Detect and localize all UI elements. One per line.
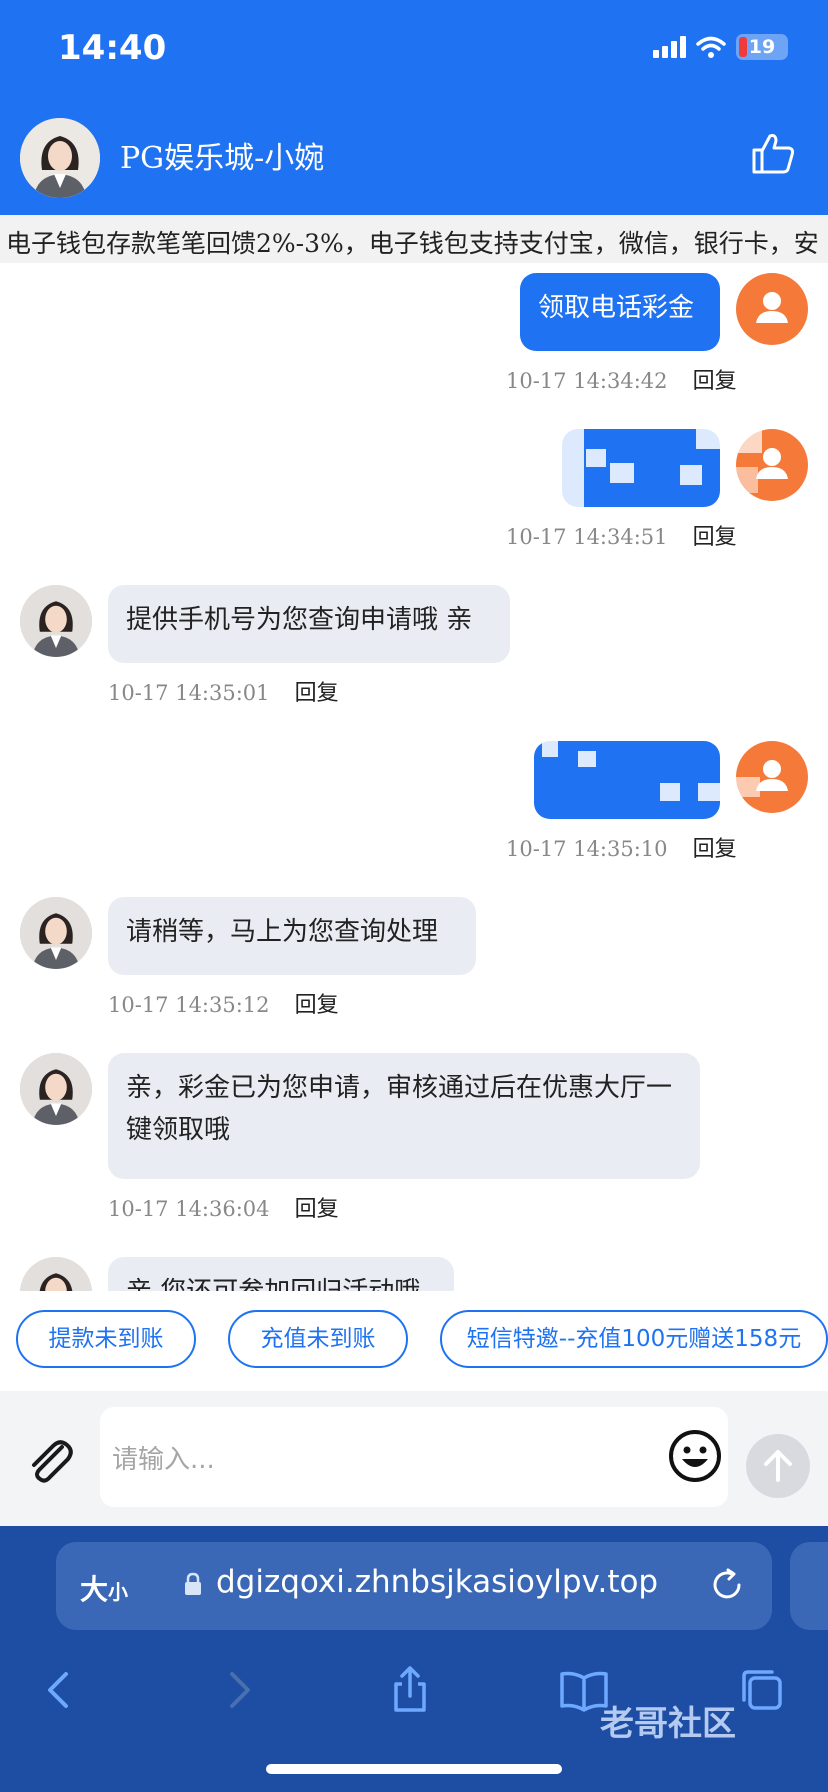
reload-icon[interactable] bbox=[708, 1566, 746, 1604]
url-text: dgizqoxi.zhnbsjkasioylpv.top bbox=[216, 1564, 659, 1600]
text-size-small: 小 bbox=[108, 1580, 129, 1604]
reply-link[interactable]: 回复 bbox=[693, 369, 737, 394]
user-message-bubble-redacted bbox=[556, 429, 724, 507]
user-avatar bbox=[736, 741, 808, 813]
message-text: 领取电话彩金 bbox=[538, 293, 695, 323]
user-message-bubble-redacted bbox=[534, 741, 720, 819]
chat-title: PG娱乐城-小婉 bbox=[120, 141, 325, 176]
message-text: 亲，彩金已为您申请，审核通过后在优惠大厅一键领取哦 bbox=[126, 1073, 673, 1145]
message-text: 请稍等，马上为您查询处理 bbox=[126, 917, 439, 947]
text-size-large: 大 bbox=[80, 1573, 109, 1606]
quick-reply-withdrawal[interactable]: 提款未到账 bbox=[16, 1310, 196, 1368]
message-meta: 10-17 14:35:01 回复 bbox=[108, 675, 339, 707]
message-time: 10-17 14:35:10 bbox=[506, 837, 668, 861]
quick-replies: 提款未到账 充值未到账 短信特邀--充值100元赠送158元 bbox=[0, 1291, 828, 1391]
lock-icon bbox=[185, 1572, 201, 1595]
agent-avatar[interactable] bbox=[20, 118, 100, 198]
agent-avatar bbox=[20, 585, 92, 657]
arrow-up-icon bbox=[764, 1450, 792, 1482]
announcement-marquee: 电子钱包存款笔笔回馈2%-3%，电子钱包支持支付宝，微信，银行卡，安 bbox=[0, 215, 828, 263]
battery-level: 19 bbox=[748, 36, 776, 58]
reply-link[interactable]: 回复 bbox=[295, 681, 339, 706]
user-avatar bbox=[736, 273, 808, 345]
reply-link[interactable]: 回复 bbox=[693, 837, 737, 862]
message-time: 10-17 14:34:42 bbox=[506, 369, 668, 393]
battery-icon: 19 bbox=[736, 34, 788, 60]
agent-avatar bbox=[20, 897, 92, 969]
agent-message-bubble: 请稍等，马上为您查询处理 bbox=[108, 897, 476, 975]
message-time: 10-17 14:34:51 bbox=[506, 525, 668, 549]
message-meta: 10-17 14:34:42 回复 bbox=[506, 363, 737, 395]
reply-link[interactable]: 回复 bbox=[295, 1197, 339, 1222]
wifi-icon bbox=[696, 36, 726, 58]
browser-toolbar: 大小 dgizqoxi.zhnbsjkasioylpv.top 老哥社区 bbox=[0, 1526, 828, 1792]
tabs-icon[interactable] bbox=[736, 1664, 788, 1716]
avatar-image-icon bbox=[20, 118, 100, 198]
address-bar[interactable]: 大小 dgizqoxi.zhnbsjkasioylpv.top bbox=[56, 1542, 772, 1630]
message-time: 10-17 14:35:12 bbox=[108, 993, 270, 1017]
status-time: 14:40 bbox=[58, 28, 167, 68]
status-icons: 19 bbox=[653, 34, 788, 60]
chat-messages[interactable]: 领取电话彩金 10-17 14:34:42 回复 10-17 14:34:51 … bbox=[0, 263, 828, 1291]
signal-icon bbox=[653, 36, 686, 58]
user-icon bbox=[756, 292, 788, 323]
reply-link[interactable]: 回复 bbox=[295, 993, 339, 1018]
user-icon bbox=[736, 429, 788, 493]
agent-message-bubble: 亲 您还可参加回归活动哦 bbox=[108, 1257, 454, 1291]
agent-avatar bbox=[20, 1053, 92, 1125]
watermark-logo: 老哥社区 bbox=[600, 1704, 736, 1744]
app-header: 14:40 19 PG娱乐城-小婉 bbox=[0, 0, 828, 215]
announcement-text: 电子钱包存款笔笔回馈2%-3%，电子钱包支持支付宝，微信，银行卡，安 bbox=[6, 229, 819, 258]
message-meta: 10-17 14:34:51 回复 bbox=[506, 519, 737, 551]
next-tab-peek[interactable] bbox=[790, 1542, 828, 1630]
message-time: 10-17 14:36:04 bbox=[108, 1197, 270, 1221]
home-indicator[interactable] bbox=[266, 1764, 562, 1774]
message-meta: 10-17 14:35:12 回复 bbox=[108, 987, 339, 1019]
agent-avatar-icon bbox=[20, 585, 92, 657]
share-icon[interactable] bbox=[384, 1664, 436, 1716]
agent-avatar-icon bbox=[20, 1053, 92, 1125]
message-text: 提供手机号为您查询申请哦 亲 bbox=[126, 605, 473, 635]
message-meta: 10-17 14:36:04 回复 bbox=[108, 1191, 339, 1223]
agent-message-bubble: 亲，彩金已为您申请，审核通过后在优惠大厅一键领取哦 bbox=[108, 1053, 700, 1179]
message-time: 10-17 14:35:01 bbox=[108, 681, 270, 705]
paperclip-icon[interactable] bbox=[22, 1433, 78, 1489]
user-icon bbox=[736, 760, 788, 797]
text-size-button[interactable]: 大小 bbox=[80, 1568, 128, 1608]
message-meta: 10-17 14:35:10 回复 bbox=[506, 831, 737, 863]
message-input[interactable]: 请输入... bbox=[100, 1407, 728, 1507]
user-avatar bbox=[736, 429, 808, 501]
agent-avatar bbox=[20, 1257, 92, 1291]
emoji-icon[interactable] bbox=[668, 1429, 722, 1483]
back-icon[interactable] bbox=[34, 1664, 86, 1716]
agent-message-bubble: 提供手机号为您查询申请哦 亲 bbox=[108, 585, 510, 663]
forward-icon[interactable] bbox=[212, 1664, 264, 1716]
message-input-bar: 请输入... bbox=[0, 1391, 828, 1526]
input-placeholder: 请输入... bbox=[112, 1445, 215, 1475]
send-button[interactable] bbox=[746, 1434, 810, 1498]
reply-link[interactable]: 回复 bbox=[693, 525, 737, 550]
message-text: 亲 您还可参加回归活动哦 bbox=[126, 1277, 420, 1291]
quick-reply-deposit[interactable]: 充值未到账 bbox=[228, 1310, 408, 1368]
user-message-bubble: 领取电话彩金 bbox=[520, 273, 720, 351]
agent-avatar-icon bbox=[20, 897, 92, 969]
quick-reply-promo[interactable]: 短信特邀--充值100元赠送158元 bbox=[440, 1310, 828, 1368]
thumbs-up-icon[interactable] bbox=[750, 130, 796, 176]
agent-avatar-icon bbox=[20, 1257, 92, 1291]
